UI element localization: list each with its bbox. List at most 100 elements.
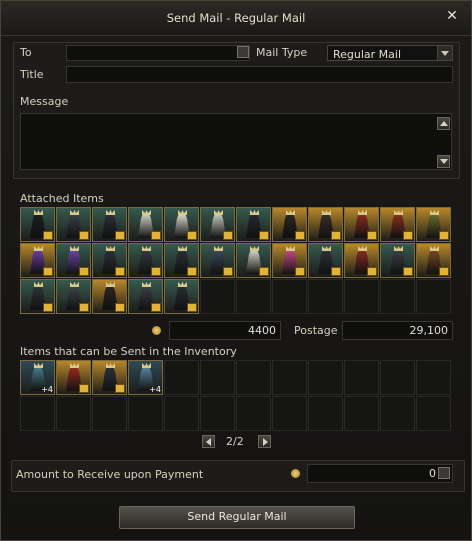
empty-slot[interactable]: [200, 396, 235, 431]
attached-item-slot[interactable]: [236, 207, 271, 242]
crown-icon: [358, 246, 367, 251]
empty-slot[interactable]: [416, 279, 451, 314]
attached-item-slot[interactable]: [92, 207, 127, 242]
empty-slot[interactable]: [272, 396, 307, 431]
crown-icon: [322, 210, 331, 215]
crown-icon: [142, 363, 151, 368]
attached-item-slot[interactable]: [20, 207, 55, 242]
empty-slot[interactable]: [272, 360, 307, 395]
inventory-item-slot[interactable]: +4: [20, 360, 55, 395]
close-icon[interactable]: ✕: [445, 9, 459, 23]
empty-slot[interactable]: [200, 279, 235, 314]
chevron-down-icon[interactable]: [437, 46, 452, 60]
attached-item-slot[interactable]: [344, 207, 379, 242]
attached-item-slot[interactable]: [20, 279, 55, 314]
message-textarea[interactable]: [20, 113, 452, 170]
crown-icon: [142, 210, 151, 215]
bound-badge-icon: [151, 303, 161, 312]
calculator-icon[interactable]: [438, 467, 450, 479]
empty-slot[interactable]: [416, 360, 451, 395]
send-regular-mail-button[interactable]: Send Regular Mail: [119, 506, 355, 529]
bound-badge-icon: [187, 303, 197, 312]
inventory-item-slot[interactable]: [92, 360, 127, 395]
attached-item-slot[interactable]: [344, 243, 379, 278]
inventory-items-grid: +4 +4: [20, 360, 451, 431]
attached-item-slot[interactable]: [416, 243, 451, 278]
crown-icon: [34, 210, 43, 215]
postage-label: Postage: [294, 324, 338, 337]
attached-item-slot[interactable]: [272, 243, 307, 278]
attached-item-slot[interactable]: [308, 207, 343, 242]
prev-page-button[interactable]: [202, 435, 215, 448]
to-label: To: [20, 46, 32, 59]
crown-icon: [394, 210, 403, 215]
empty-slot[interactable]: [164, 360, 199, 395]
empty-slot[interactable]: [200, 360, 235, 395]
bound-badge-icon: [223, 267, 233, 276]
attached-item-slot[interactable]: [308, 243, 343, 278]
empty-slot[interactable]: [236, 396, 271, 431]
attached-items-label: Attached Items: [20, 192, 104, 205]
window-title: Send Mail - Regular Mail: [166, 11, 306, 25]
attached-item-slot[interactable]: [164, 207, 199, 242]
empty-slot[interactable]: [308, 360, 343, 395]
empty-slot[interactable]: [56, 396, 91, 431]
attached-item-slot[interactable]: [56, 243, 91, 278]
address-book-icon[interactable]: [237, 46, 249, 58]
empty-slot[interactable]: [128, 396, 163, 431]
mail-type-select[interactable]: Regular Mail: [327, 45, 453, 61]
scroll-down-icon[interactable]: [437, 155, 450, 168]
attached-item-slot[interactable]: [56, 207, 91, 242]
bound-badge-icon: [151, 231, 161, 240]
attached-item-slot[interactable]: [92, 279, 127, 314]
scroll-up-icon[interactable]: [437, 117, 450, 130]
attached-item-slot[interactable]: [92, 243, 127, 278]
enchant-level: +4: [41, 385, 53, 394]
empty-slot[interactable]: [20, 396, 55, 431]
empty-slot[interactable]: [236, 360, 271, 395]
crown-icon: [142, 282, 151, 287]
empty-slot[interactable]: [380, 360, 415, 395]
empty-slot[interactable]: [272, 279, 307, 314]
empty-slot[interactable]: [308, 396, 343, 431]
attached-item-slot[interactable]: [200, 243, 235, 278]
empty-slot[interactable]: [236, 279, 271, 314]
payment-amount-input[interactable]: 0: [307, 464, 453, 483]
empty-slot[interactable]: [308, 279, 343, 314]
bound-badge-icon: [367, 267, 377, 276]
crown-icon: [394, 246, 403, 251]
bound-badge-icon: [79, 267, 89, 276]
crown-icon: [70, 210, 79, 215]
empty-slot[interactable]: [92, 396, 127, 431]
send-mail-window: Send Mail - Regular Mail ✕ To Mail Type …: [0, 0, 472, 541]
next-page-button[interactable]: [258, 435, 271, 448]
crown-icon: [250, 210, 259, 215]
to-input[interactable]: [66, 45, 250, 61]
attached-item-slot[interactable]: [128, 279, 163, 314]
empty-slot[interactable]: [164, 396, 199, 431]
inventory-item-slot[interactable]: +4: [128, 360, 163, 395]
empty-slot[interactable]: [380, 396, 415, 431]
crown-icon: [286, 210, 295, 215]
inventory-item-slot[interactable]: [56, 360, 91, 395]
attached-item-slot[interactable]: [416, 207, 451, 242]
attached-item-slot[interactable]: [20, 243, 55, 278]
empty-slot[interactable]: [344, 279, 379, 314]
empty-slot[interactable]: [344, 360, 379, 395]
empty-slot[interactable]: [344, 396, 379, 431]
attached-item-slot[interactable]: [236, 243, 271, 278]
attached-item-slot[interactable]: [200, 207, 235, 242]
attached-item-slot[interactable]: [380, 243, 415, 278]
attached-item-slot[interactable]: [56, 279, 91, 314]
attached-item-slot[interactable]: [380, 207, 415, 242]
attached-item-slot[interactable]: [128, 243, 163, 278]
empty-slot[interactable]: [380, 279, 415, 314]
attached-item-slot[interactable]: [164, 279, 199, 314]
title-input[interactable]: [66, 66, 453, 83]
bound-badge-icon: [295, 267, 305, 276]
attached-item-slot[interactable]: [164, 243, 199, 278]
attached-item-slot[interactable]: [128, 207, 163, 242]
crown-icon: [178, 210, 187, 215]
empty-slot[interactable]: [416, 396, 451, 431]
attached-item-slot[interactable]: [272, 207, 307, 242]
